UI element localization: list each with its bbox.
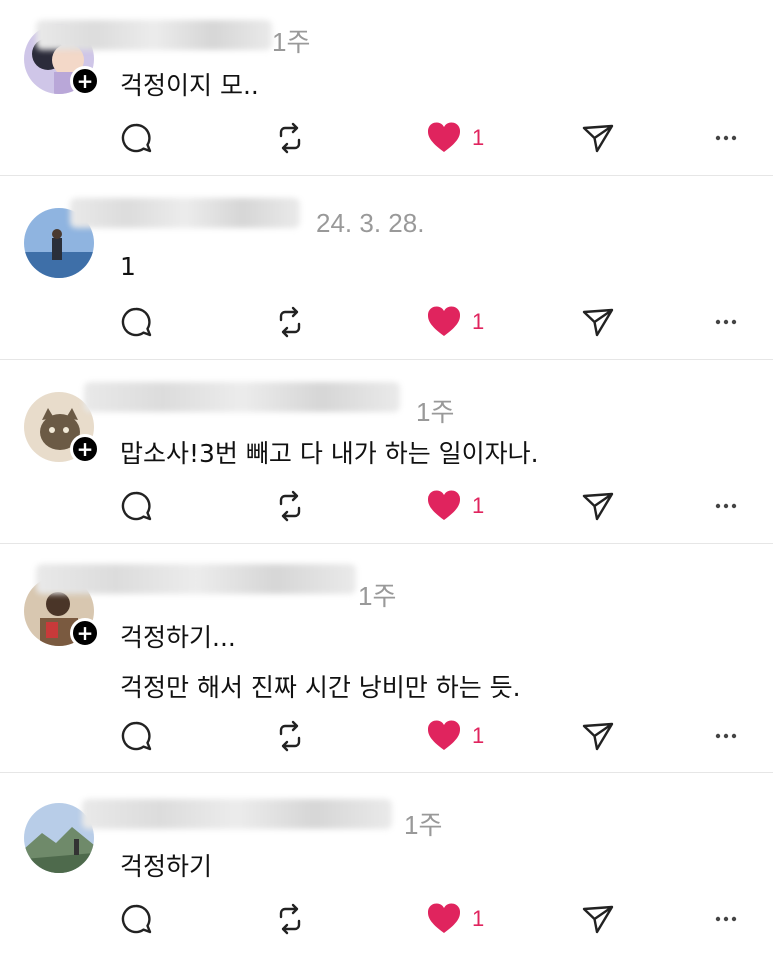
action-bar: 1	[0, 302, 773, 342]
like-button[interactable]: 1	[426, 486, 484, 526]
post-text-line2: 걱정만 해서 진짜 시간 낭비만 하는 듯.	[120, 673, 521, 702]
post-text: 걱정하기	[120, 852, 213, 881]
action-bar: 1	[0, 118, 773, 158]
comment-icon	[121, 123, 152, 153]
send-icon	[582, 308, 614, 337]
send-icon	[582, 492, 614, 521]
post-item: + 1주 걱정하기... 걱정만 해서 진짜 시간 낭비만 하는 듯. 1	[0, 544, 773, 772]
post-text: 걱정하기...	[120, 623, 236, 652]
action-bar: 1	[0, 899, 773, 939]
username-blurred[interactable]	[70, 198, 300, 228]
repost-button[interactable]	[272, 486, 308, 526]
more-icon	[715, 916, 737, 922]
repost-icon	[279, 306, 301, 338]
username-blurred[interactable]	[36, 564, 356, 594]
like-button[interactable]: 1	[426, 899, 484, 939]
repost-button[interactable]	[272, 118, 308, 158]
like-button[interactable]: 1	[426, 118, 484, 158]
repost-button[interactable]	[272, 302, 308, 342]
more-icon	[715, 319, 737, 325]
follow-plus-icon[interactable]: +	[70, 66, 100, 96]
repost-icon	[279, 490, 301, 522]
more-button[interactable]	[712, 118, 740, 158]
heart-icon	[427, 122, 461, 152]
send-icon	[582, 722, 614, 751]
repost-icon	[279, 720, 301, 752]
comment-button[interactable]	[118, 486, 154, 526]
like-button[interactable]: 1	[426, 302, 484, 342]
more-icon	[715, 135, 737, 141]
repost-button[interactable]	[272, 716, 308, 756]
heart-icon	[427, 306, 461, 336]
post-time: 1주	[416, 397, 455, 427]
more-button[interactable]	[712, 302, 740, 342]
comment-icon	[121, 721, 152, 751]
follow-plus-icon[interactable]: +	[70, 434, 100, 464]
more-button[interactable]	[712, 716, 740, 756]
post-text: 1	[120, 252, 136, 281]
comment-icon	[121, 307, 152, 337]
heart-icon	[427, 720, 461, 750]
repost-icon	[279, 903, 301, 935]
username-blurred[interactable]	[84, 382, 400, 412]
share-button[interactable]	[580, 302, 616, 342]
heart-icon	[427, 903, 461, 933]
comment-button[interactable]	[118, 118, 154, 158]
post-time: 24. 3. 28.	[316, 208, 425, 238]
post-item: + 1주 걱정이지 모.. 1	[0, 0, 773, 175]
comment-button[interactable]	[118, 899, 154, 939]
like-count: 1	[472, 309, 485, 334]
like-count: 1	[472, 125, 485, 150]
share-button[interactable]	[580, 486, 616, 526]
more-icon	[715, 503, 737, 509]
like-button[interactable]: 1	[426, 716, 484, 756]
repost-icon	[279, 122, 301, 154]
share-button[interactable]	[580, 716, 616, 756]
send-icon	[582, 905, 614, 934]
comment-icon	[121, 491, 152, 521]
post-time: 1주	[272, 27, 311, 57]
username-blurred[interactable]	[82, 799, 392, 829]
send-icon	[582, 124, 614, 153]
post-text: 걱정이지 모..	[120, 71, 259, 100]
post-time: 1주	[404, 810, 443, 840]
share-button[interactable]	[580, 118, 616, 158]
like-count: 1	[472, 906, 485, 931]
post-item: 1주 걱정하기 1	[0, 773, 773, 955]
repost-button[interactable]	[272, 899, 308, 939]
post-item: + 1주 맙소사!3번 빼고 다 내가 하는 일이자나. 1	[0, 360, 773, 543]
like-count: 1	[472, 723, 485, 748]
more-button[interactable]	[712, 486, 740, 526]
comment-button[interactable]	[118, 302, 154, 342]
comment-button[interactable]	[118, 716, 154, 756]
more-icon	[715, 733, 737, 739]
action-bar: 1	[0, 716, 773, 756]
action-bar: 1	[0, 486, 773, 526]
post-time: 1주	[358, 581, 397, 611]
comment-icon	[121, 904, 152, 934]
username-blurred[interactable]	[36, 20, 272, 50]
heart-icon	[427, 490, 461, 520]
like-count: 1	[472, 493, 485, 518]
share-button[interactable]	[580, 899, 616, 939]
post-item: 24. 3. 28. 1 1	[0, 176, 773, 359]
post-text: 맙소사!3번 빼고 다 내가 하는 일이자나.	[120, 439, 539, 468]
more-button[interactable]	[712, 899, 740, 939]
follow-plus-icon[interactable]: +	[70, 618, 100, 648]
